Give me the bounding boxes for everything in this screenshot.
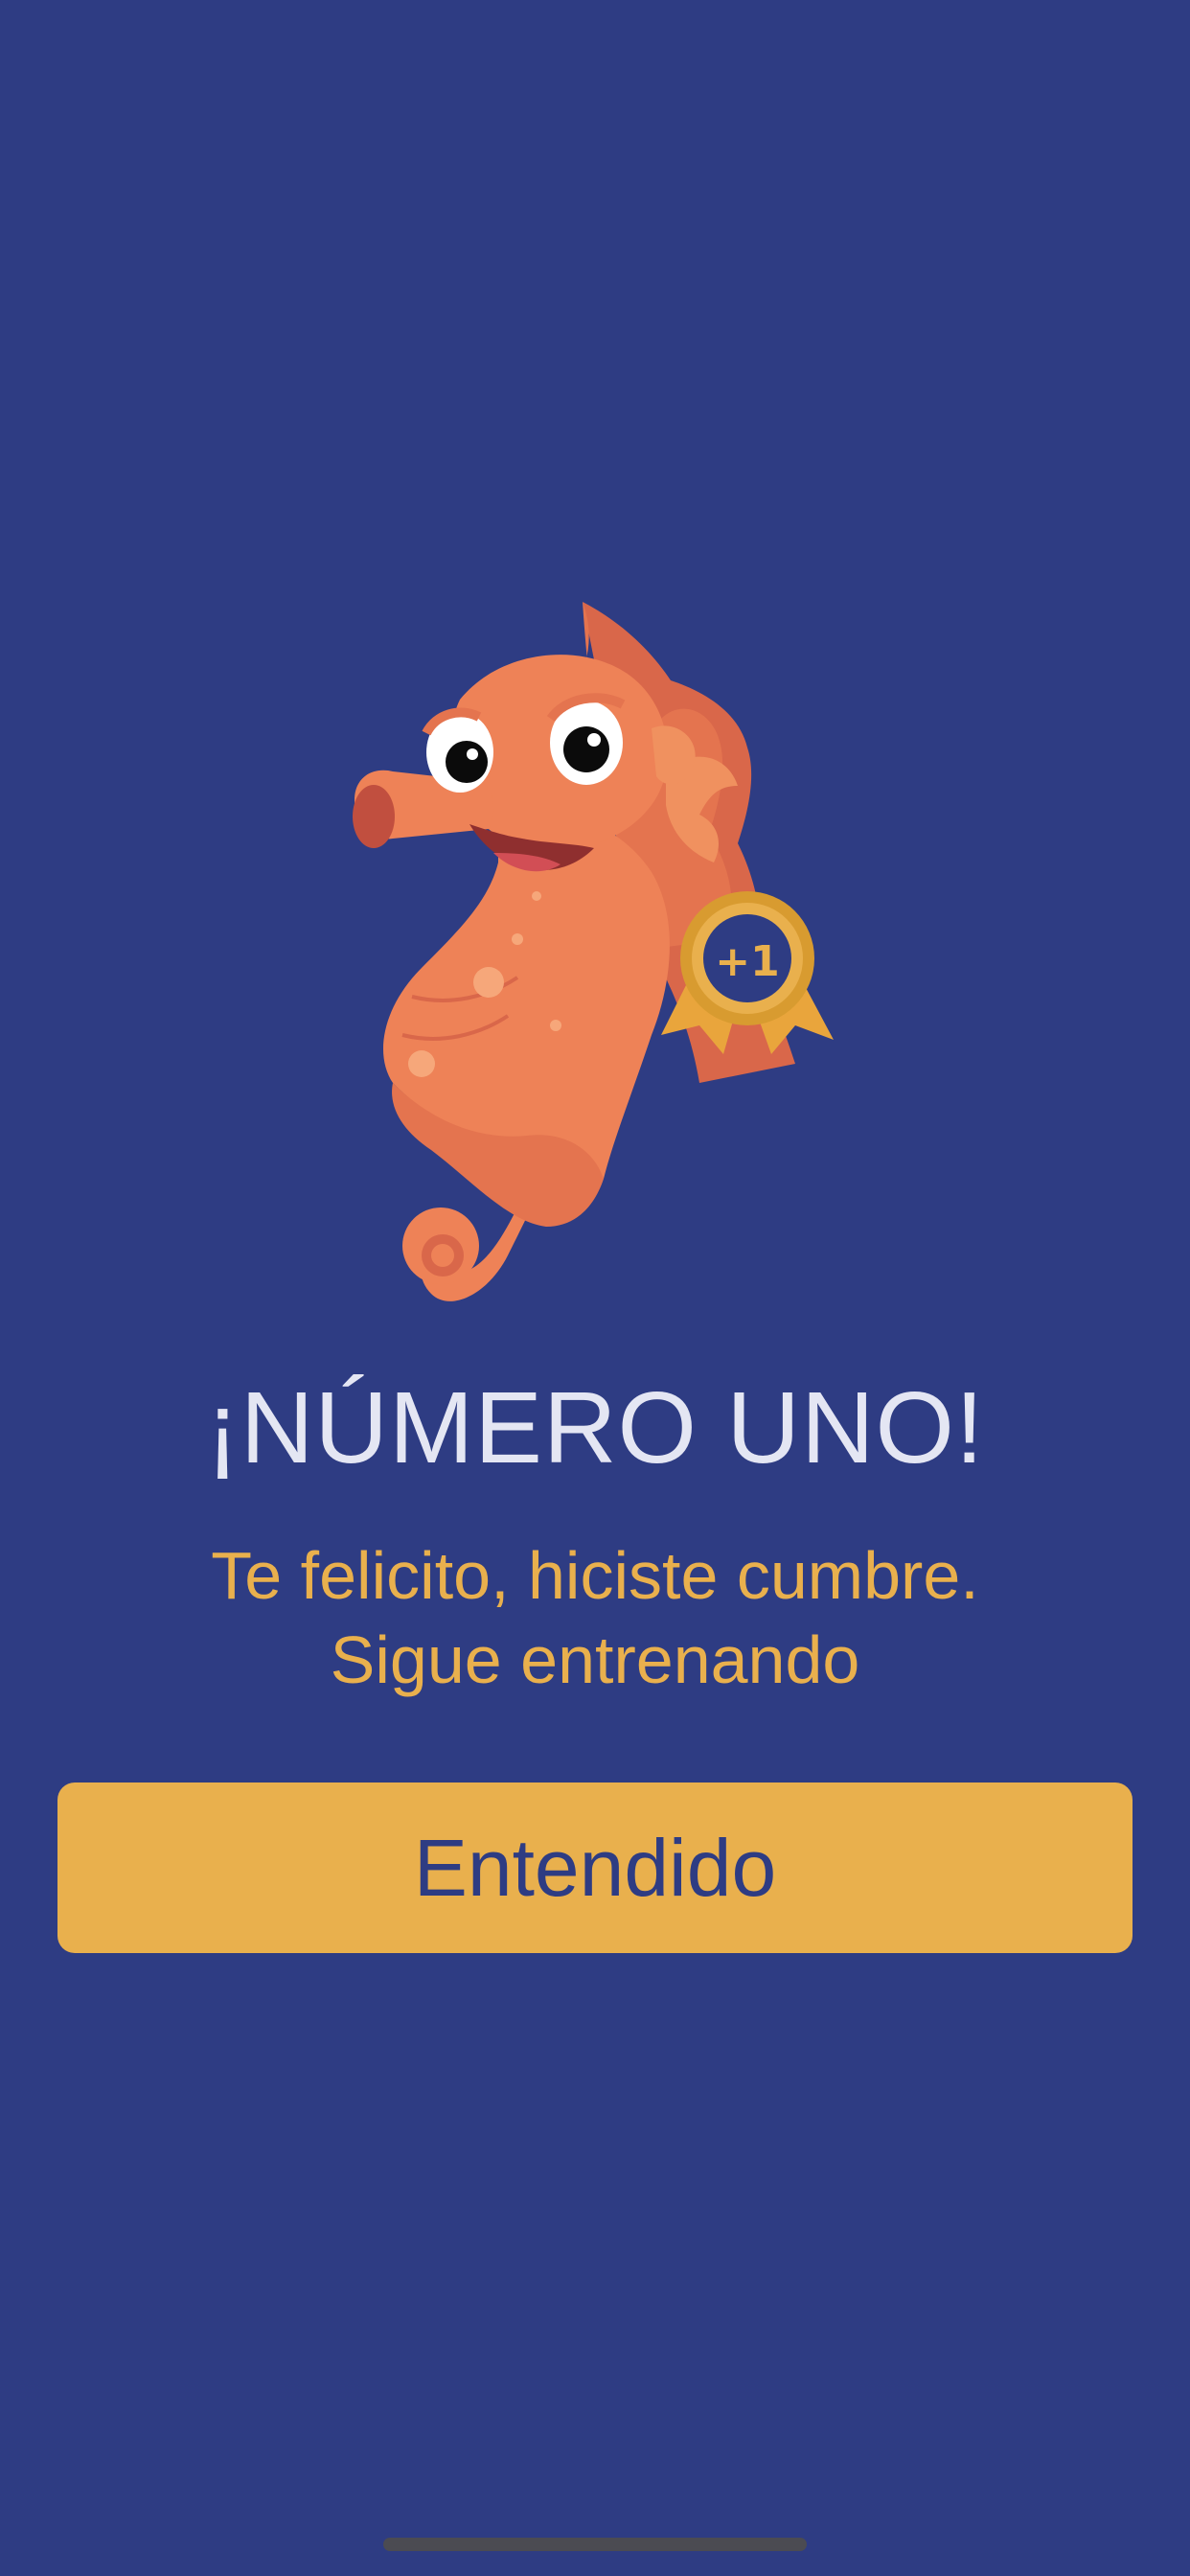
subtitle-line-2: Sigue entrenando bbox=[330, 1622, 860, 1697]
understood-button[interactable]: Entendido bbox=[57, 1782, 1133, 1953]
home-indicator[interactable] bbox=[383, 2538, 807, 2551]
seahorse-icon: +1 bbox=[353, 602, 834, 1301]
page-title: ¡NÚMERO UNO! bbox=[205, 1371, 985, 1484]
badge-text: +1 bbox=[715, 937, 779, 986]
subtitle-line-1: Te felicito, hiciste cumbre. bbox=[211, 1538, 979, 1613]
subtitle: Te felicito, hiciste cumbre. Sigue entre… bbox=[0, 1533, 1190, 1702]
seahorse-mascot-icon: +1 bbox=[335, 585, 853, 1332]
